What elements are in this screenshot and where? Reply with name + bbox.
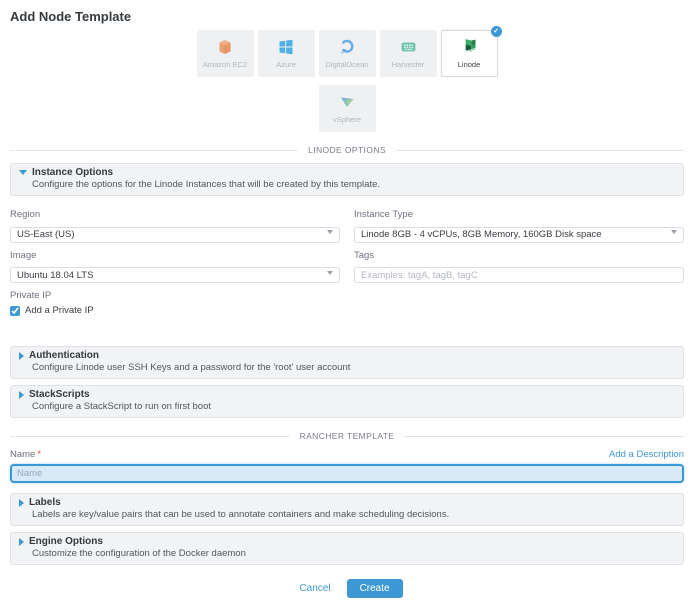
vsphere-icon: [339, 93, 356, 111]
name-label: Name*: [10, 449, 41, 460]
tags-input[interactable]: [354, 267, 684, 283]
provider-tile-azure[interactable]: Azure: [258, 30, 315, 77]
region-select-wrap: US-East (US): [10, 224, 340, 243]
labels-section[interactable]: Labels Labels are key/value pairs that c…: [10, 493, 684, 526]
linode-icon: [460, 38, 478, 56]
rancher-template-divider: RANCHER TEMPLATE: [10, 431, 684, 441]
name-input[interactable]: [10, 464, 684, 483]
provider-tiles-row-1: Amazon EC2 Azure DigitalOce: [10, 30, 684, 77]
instance-type-select-wrap: Linode 8GB - 4 vCPUs, 8GB Memory, 160GB …: [354, 224, 684, 243]
stackscripts-title: StackScripts: [29, 389, 90, 400]
image-select[interactable]: Ubuntu 18.04 LTS: [10, 267, 340, 283]
name-label-text: Name: [10, 449, 35, 460]
divider-line: [404, 436, 684, 437]
provider-tile-linode[interactable]: ✓ Linode: [441, 30, 498, 77]
instance-options-form: Region US-East (US) Instance Type Linode…: [10, 202, 684, 330]
linode-options-heading: LINODE OPTIONS: [308, 145, 386, 155]
provider-tile-digitalocean[interactable]: DigitalOcean: [319, 30, 376, 77]
instance-type-label: Instance Type: [354, 209, 684, 220]
footer-actions: Cancel Create: [10, 579, 684, 598]
provider-tile-label: Amazon EC2: [203, 60, 247, 69]
region-label: Region: [10, 209, 340, 220]
authentication-description: Configure Linode user SSH Keys and a pas…: [32, 362, 675, 373]
caret-right-icon: [19, 499, 24, 507]
instance-options-section[interactable]: Instance Options Configure the options f…: [10, 163, 684, 196]
instance-options-title: Instance Options: [32, 167, 113, 178]
create-button[interactable]: Create: [347, 579, 403, 598]
provider-tile-harvester[interactable]: Harvester: [380, 30, 437, 77]
authentication-section[interactable]: Authentication Configure Linode user SSH…: [10, 346, 684, 379]
stackscripts-description: Configure a StackScript to run on first …: [32, 401, 675, 412]
provider-tile-vsphere[interactable]: vSphere: [319, 85, 376, 132]
stackscripts-section[interactable]: StackScripts Configure a StackScript to …: [10, 385, 684, 418]
linode-options-divider: LINODE OPTIONS: [10, 145, 684, 155]
engine-options-title: Engine Options: [29, 536, 103, 547]
private-ip-checkbox[interactable]: [10, 306, 20, 316]
caret-right-icon: [19, 538, 24, 546]
harvester-icon: [400, 38, 417, 56]
required-asterisk: *: [37, 449, 41, 460]
provider-tile-label: Linode: [458, 60, 481, 69]
provider-tile-label: Azure: [276, 60, 296, 69]
region-select[interactable]: US-East (US): [10, 227, 340, 243]
selected-check-icon: ✓: [491, 26, 502, 37]
caret-down-icon: [19, 170, 27, 175]
private-ip-checkbox-row: Add a Private IP: [10, 305, 340, 316]
rancher-template-heading: RANCHER TEMPLATE: [300, 431, 395, 441]
private-ip-checkbox-label: Add a Private IP: [25, 305, 94, 316]
add-node-template-page: Add Node Template Amazon EC2: [0, 0, 694, 598]
provider-tile-label: Harvester: [392, 60, 425, 69]
caret-right-icon: [19, 352, 24, 360]
name-row: Name* Add a Description: [10, 449, 684, 460]
divider-line: [396, 150, 684, 151]
labels-title: Labels: [29, 497, 61, 508]
amazon-ec2-icon: [217, 38, 233, 56]
divider-line: [10, 436, 290, 437]
provider-tile-label: vSphere: [333, 115, 361, 124]
azure-icon: [278, 38, 294, 56]
caret-right-icon: [19, 391, 24, 399]
private-ip-label: Private IP: [10, 290, 340, 301]
digitalocean-icon: [339, 38, 355, 56]
provider-tile-label: DigitalOcean: [326, 60, 369, 69]
engine-options-section[interactable]: Engine Options Customize the configurati…: [10, 532, 684, 565]
labels-description: Labels are key/value pairs that can be u…: [32, 509, 675, 520]
cancel-button[interactable]: Cancel: [291, 579, 338, 598]
instance-options-description: Configure the options for the Linode Ins…: [32, 179, 675, 190]
linode-accordions: Authentication Configure Linode user SSH…: [10, 346, 684, 418]
divider-line: [10, 150, 298, 151]
tags-label: Tags: [354, 250, 684, 261]
instance-type-select[interactable]: Linode 8GB - 4 vCPUs, 8GB Memory, 160GB …: [354, 227, 684, 243]
add-description-link[interactable]: Add a Description: [609, 449, 684, 460]
provider-tiles-row-2: vSphere: [10, 85, 684, 132]
page-title: Add Node Template: [10, 0, 684, 26]
image-select-wrap: Ubuntu 18.04 LTS: [10, 265, 340, 284]
provider-tile-amazon-ec2[interactable]: Amazon EC2: [197, 30, 254, 77]
image-label: Image: [10, 250, 340, 261]
authentication-title: Authentication: [29, 350, 99, 361]
engine-options-description: Customize the configuration of the Docke…: [32, 548, 675, 559]
